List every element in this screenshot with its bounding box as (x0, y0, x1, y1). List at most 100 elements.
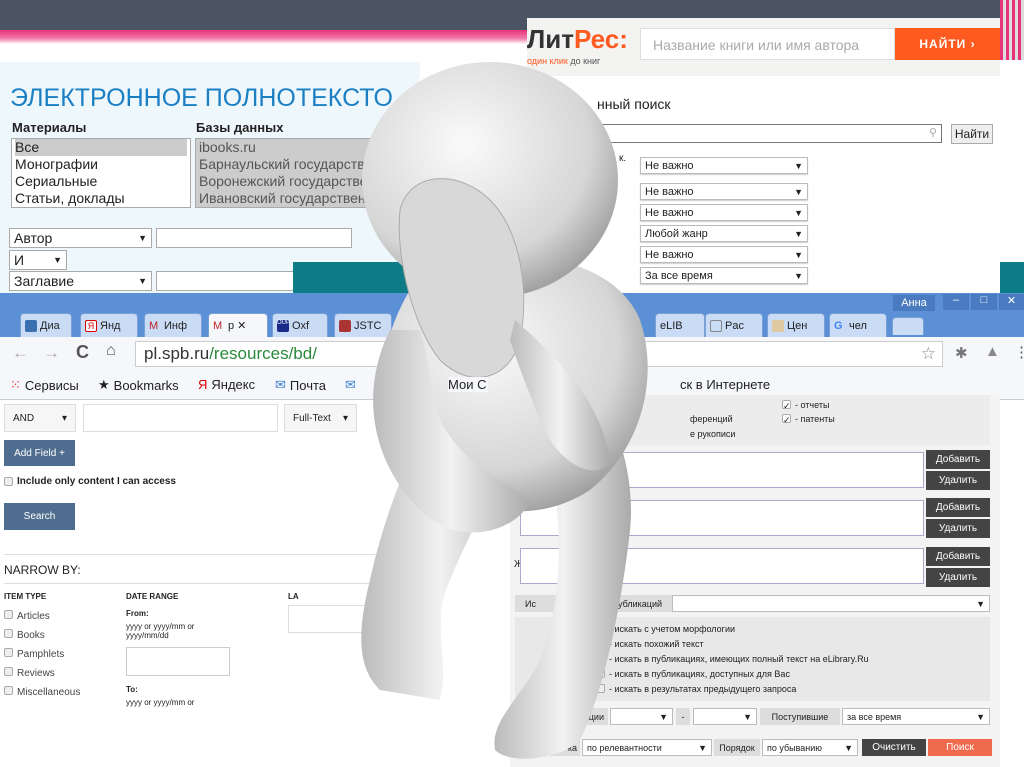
find-button[interactable]: Найти (951, 124, 993, 144)
field2-input[interactable] (156, 271, 296, 291)
menu-icon[interactable]: ⋮ (1014, 343, 1024, 361)
tab-active[interactable]: Mp ✕ (208, 313, 268, 337)
field2-select[interactable]: Заглавие ▼ (9, 271, 152, 291)
tab-10[interactable]: Цен (767, 313, 825, 337)
bookmark-services[interactable]: ⁙ Сервисы (10, 377, 79, 393)
tab-label: Янд (100, 319, 121, 332)
item-type-books[interactable]: Books (4, 626, 80, 645)
close-tab-icon[interactable]: ✕ (237, 319, 246, 332)
include-access-checkbox[interactable]: Include only content I can access (4, 476, 176, 487)
operator-select[interactable]: AND ▾ (4, 404, 76, 432)
clear-button[interactable]: Очистить (862, 739, 926, 756)
to-label: To: (126, 685, 138, 694)
bookmark-my[interactable]: Мои С (448, 377, 489, 392)
received-select[interactable]: за все время ▼ (842, 708, 990, 725)
dropdown-arrow-icon: ▼ (976, 711, 985, 722)
remove-button-1[interactable]: Удалить (926, 471, 990, 490)
bookmark-yandex[interactable]: Я Яндекс (198, 377, 255, 392)
new-tab-button[interactable] (892, 317, 924, 335)
add-field-button[interactable]: Add Field + (4, 440, 75, 466)
back-icon[interactable]: ← (12, 343, 29, 363)
item-type-reviews[interactable]: Reviews (4, 664, 80, 683)
drive-icon[interactable]: ▲ (985, 343, 1000, 360)
bookmark-bookmarks[interactable]: ★ Bookmarks (98, 377, 179, 393)
check-reports[interactable]: ✓ - отчеты (782, 397, 829, 412)
date-range-label: DATE RANGE (126, 592, 179, 601)
search-button[interactable]: Search (4, 503, 75, 530)
list-item[interactable]: Все (15, 139, 187, 156)
materials-listbox[interactable]: Все Монографии Сериальные Статьи, доклад… (11, 138, 191, 208)
field1-value: Автор (14, 230, 53, 246)
order-select[interactable]: по убыванию ▼ (762, 739, 858, 756)
databases-label: Базы данных (196, 120, 284, 135)
item-type-miscellaneous[interactable]: Miscellaneous (4, 683, 80, 702)
checkbox-checked[interactable]: ✓ (782, 414, 791, 425)
operator-select[interactable]: И ▼ (9, 250, 67, 270)
forward-icon[interactable]: → (43, 343, 60, 363)
operator-value: И (14, 252, 25, 268)
tab-9[interactable]: Pac (705, 313, 763, 337)
dropdown-arrow-icon: ▼ (138, 233, 147, 243)
litres-search-input[interactable]: Название книги или имя автора (640, 28, 895, 60)
check-patents[interactable]: ✓ - патенты (782, 411, 835, 426)
tab-label: Диа (40, 319, 60, 332)
search-term-input[interactable] (83, 404, 278, 432)
field1-select[interactable]: Автор ▼ (9, 228, 152, 248)
tab-3[interactable]: M Инф (144, 313, 202, 337)
decor-stripes (1000, 0, 1024, 60)
search-button[interactable]: Поиск (928, 739, 992, 756)
from-date-input[interactable] (126, 647, 230, 676)
google-icon: G (834, 319, 843, 332)
add-button-3[interactable]: Добавить (926, 547, 990, 566)
item-type-articles[interactable]: Articles (4, 607, 80, 626)
checkbox[interactable] (4, 477, 13, 486)
tab-1[interactable]: Диа (20, 313, 72, 337)
home-icon[interactable]: ⌂ (106, 342, 116, 360)
from-hint: yyyy or yyyy/mm or yyyy/mm/dd (126, 622, 195, 640)
close-window-button[interactable]: ✕ (999, 294, 1024, 310)
add-button-2[interactable]: Добавить (926, 498, 990, 517)
search-icon: ⚲ (928, 127, 937, 139)
tab-label: Pac (725, 319, 744, 332)
dropdown-arrow-icon: ▼ (794, 249, 803, 260)
extension-icon[interactable]: ✱ (955, 344, 968, 362)
star-icon[interactable]: ☆ (921, 344, 936, 364)
page-icon (710, 319, 722, 332)
pub-type-select[interactable]: ▼ (672, 595, 990, 612)
tab-label: Цен (787, 319, 808, 332)
item-type-pamphlets[interactable]: Pamphlets (4, 645, 80, 664)
maximize-button[interactable]: □ (971, 294, 997, 310)
language-label: LA (288, 592, 299, 601)
chat-icon (25, 319, 37, 332)
checkbox-checked[interactable]: ✓ (782, 400, 791, 411)
tab-11[interactable]: Gчел (829, 313, 887, 337)
year-to-select[interactable]: ▼ (693, 708, 757, 725)
item-type-label: ITEM TYPE (4, 592, 47, 601)
tab-label: Инф (164, 319, 188, 332)
list-item[interactable]: Статьи, доклады (15, 190, 187, 207)
list-item[interactable]: Сериальные (15, 173, 187, 190)
received-label: Поступившие (760, 708, 840, 725)
litres-search-button[interactable]: НАЙТИ › (895, 28, 1000, 60)
star-icon: ★ (98, 377, 110, 392)
litres-logo: ЛитРес: (527, 24, 628, 54)
profile-name[interactable]: Анна (893, 295, 935, 311)
minimize-button[interactable]: – (943, 294, 969, 310)
tab-label: p (228, 319, 235, 332)
yandex-icon: Я (198, 377, 208, 392)
add-button-1[interactable]: Добавить (926, 450, 990, 469)
dropdown-arrow-icon: ▼ (138, 276, 147, 286)
list-item[interactable]: Монографии (15, 156, 187, 173)
item-type-list: Articles Books Pamphlets Reviews Miscell… (4, 607, 80, 702)
to-hint: yyyy or yyyy/mm or (126, 698, 195, 707)
reload-icon[interactable]: C (76, 342, 89, 363)
dropdown-arrow-icon: ▼ (794, 270, 803, 281)
remove-button-3[interactable]: Удалить (926, 568, 990, 587)
mail-icon: ✉ (275, 377, 286, 392)
oup-icon: OUP (277, 319, 290, 332)
dropdown-arrow-icon: ▼ (794, 207, 803, 218)
gmail-icon: M (213, 319, 223, 332)
remove-button-2[interactable]: Удалить (926, 519, 990, 538)
gmail-icon: M (149, 319, 159, 332)
tab-2[interactable]: Я Янд (80, 313, 138, 337)
